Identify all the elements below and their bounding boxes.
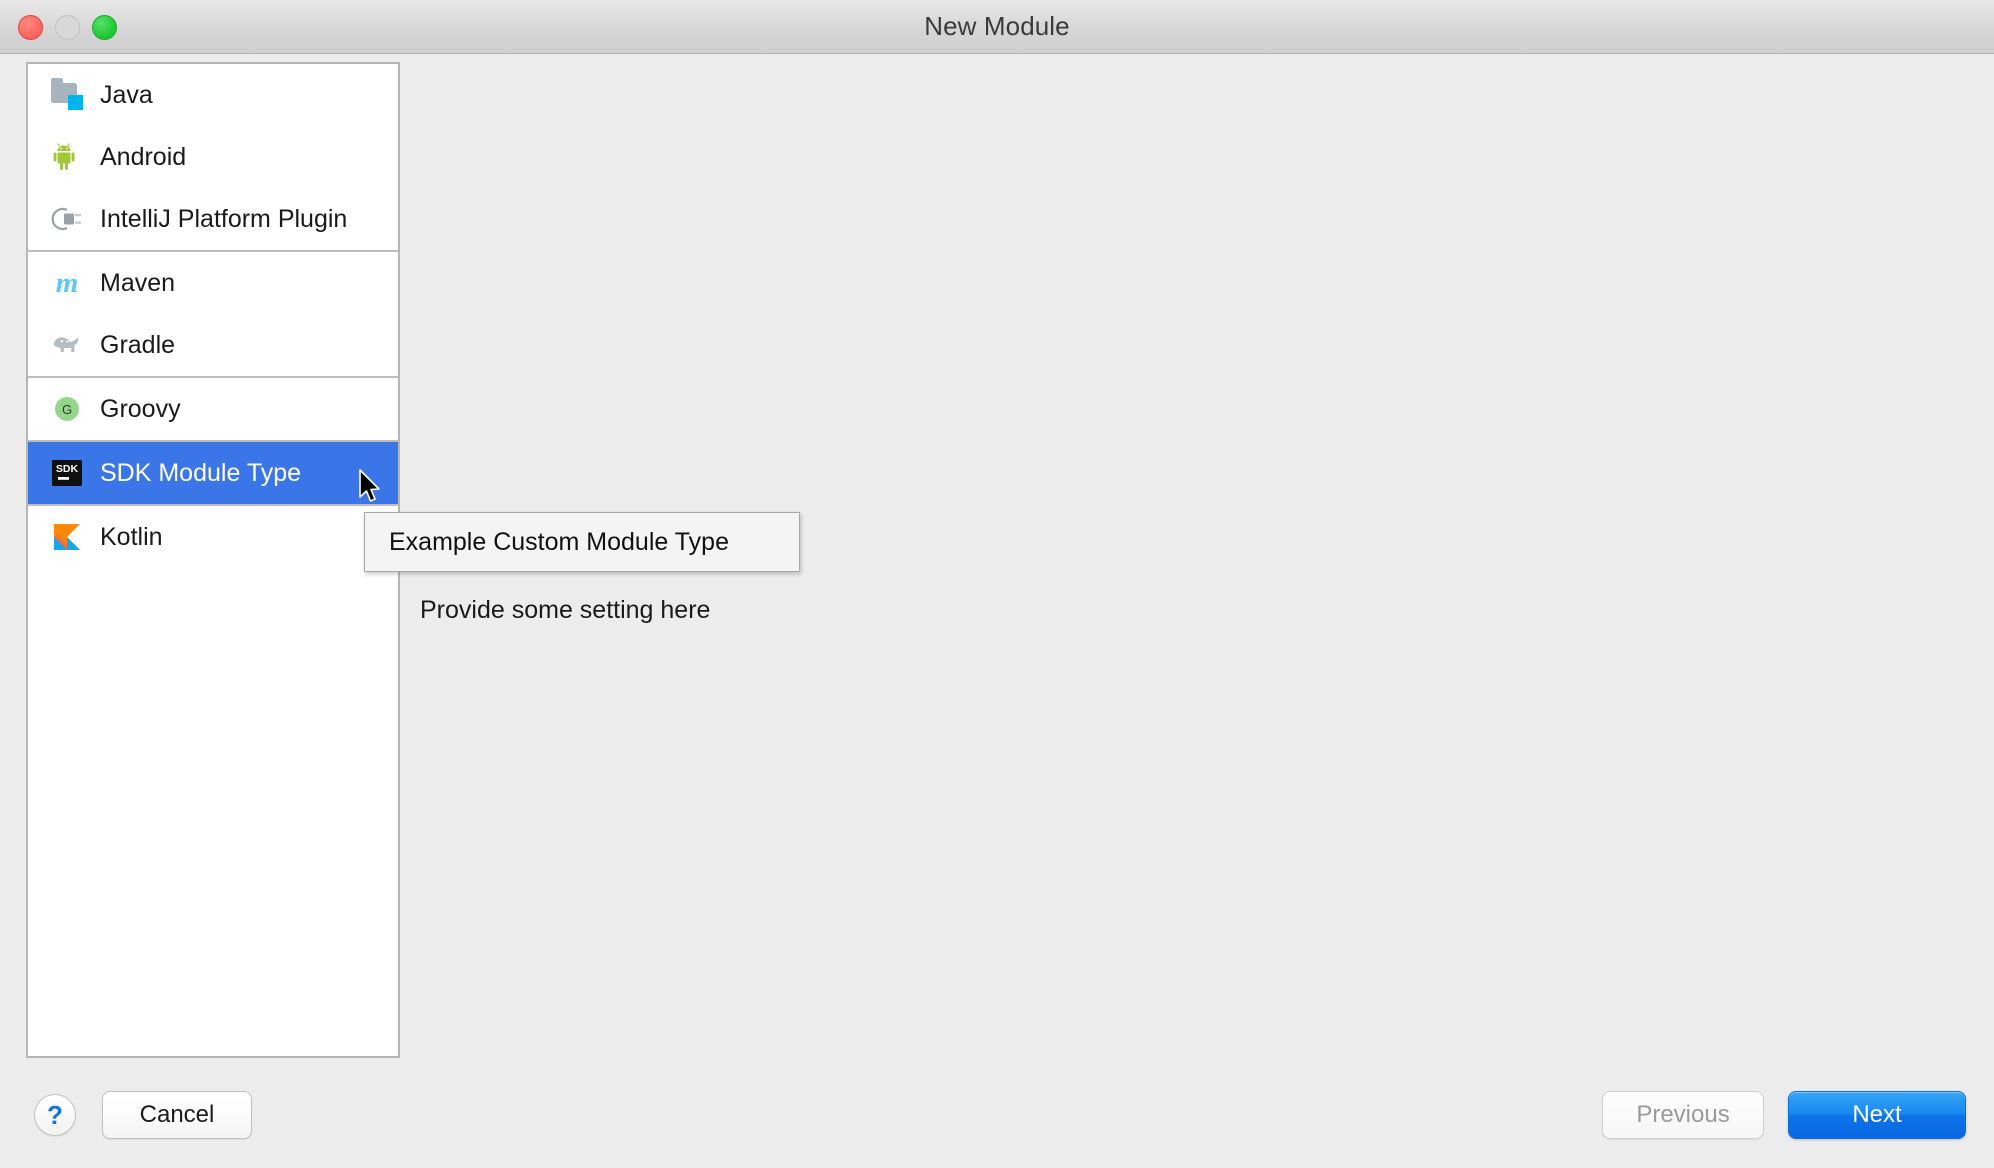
new-module-dialog: New Module Java Android IntelliJ Platfor… [0,0,1994,1168]
sdk-badge-icon: SDK [50,456,84,490]
gradle-elephant-icon [50,328,84,362]
list-item-label: Maven [100,268,176,297]
module-type-list[interactable]: Java Android IntelliJ Platform Plugin m … [26,62,400,1058]
list-item-maven[interactable]: m Maven [28,252,398,314]
setting-description: Provide some setting here [420,596,711,624]
tooltip: Example Custom Module Type [364,512,800,572]
list-item-kotlin[interactable]: Kotlin [28,506,398,568]
dialog-footer: ? Cancel Previous Next [0,1062,1994,1168]
module-group: G Groovy [28,378,398,442]
list-item-label: SDK Module Type [100,458,302,487]
window-title: New Module [924,11,1070,41]
list-item-label: Groovy [100,394,181,423]
list-item-label: Android [100,142,187,171]
list-item-gradle[interactable]: Gradle [28,314,398,376]
previous-button[interactable]: Previous [1602,1091,1764,1139]
module-group: m Maven Gradle [28,252,398,378]
dialog-content: Java Android IntelliJ Platform Plugin m … [0,54,1994,1062]
title-bar: New Module [0,0,1994,54]
android-robot-icon [50,140,84,174]
tooltip-text: Example Custom Module Type [389,527,729,556]
traffic-light-controls [18,0,117,54]
list-item-groovy[interactable]: G Groovy [28,378,398,440]
list-item-intellij-platform-plugin[interactable]: IntelliJ Platform Plugin [28,188,398,250]
list-item-android[interactable]: Android [28,126,398,188]
list-item-label: IntelliJ Platform Plugin [100,204,348,233]
maven-m-icon: m [55,266,79,299]
module-group: SDK SDK Module Type [28,442,398,506]
list-item-label: Gradle [100,330,176,359]
list-item-label: Kotlin [100,522,163,551]
module-group: Java Android IntelliJ Platform Plugin [28,64,398,252]
svg-text:G: G [62,402,72,417]
next-button[interactable]: Next [1788,1091,1966,1139]
plug-icon [50,202,84,236]
groovy-g-icon: G [50,392,84,426]
help-button[interactable]: ? [34,1094,76,1136]
minimize-window-icon[interactable] [55,14,80,40]
list-item-label: Java [100,80,153,109]
svg-text:SDK: SDK [56,463,79,475]
list-item-java[interactable]: Java [28,64,398,126]
cancel-button[interactable]: Cancel [102,1091,252,1139]
maximize-window-icon[interactable] [92,14,117,40]
close-window-icon[interactable] [18,14,43,40]
kotlin-k-icon [50,520,84,554]
java-folder-icon [50,78,84,112]
module-group: Kotlin [28,506,398,568]
list-item-sdk-module-type[interactable]: SDK SDK Module Type [28,442,398,504]
